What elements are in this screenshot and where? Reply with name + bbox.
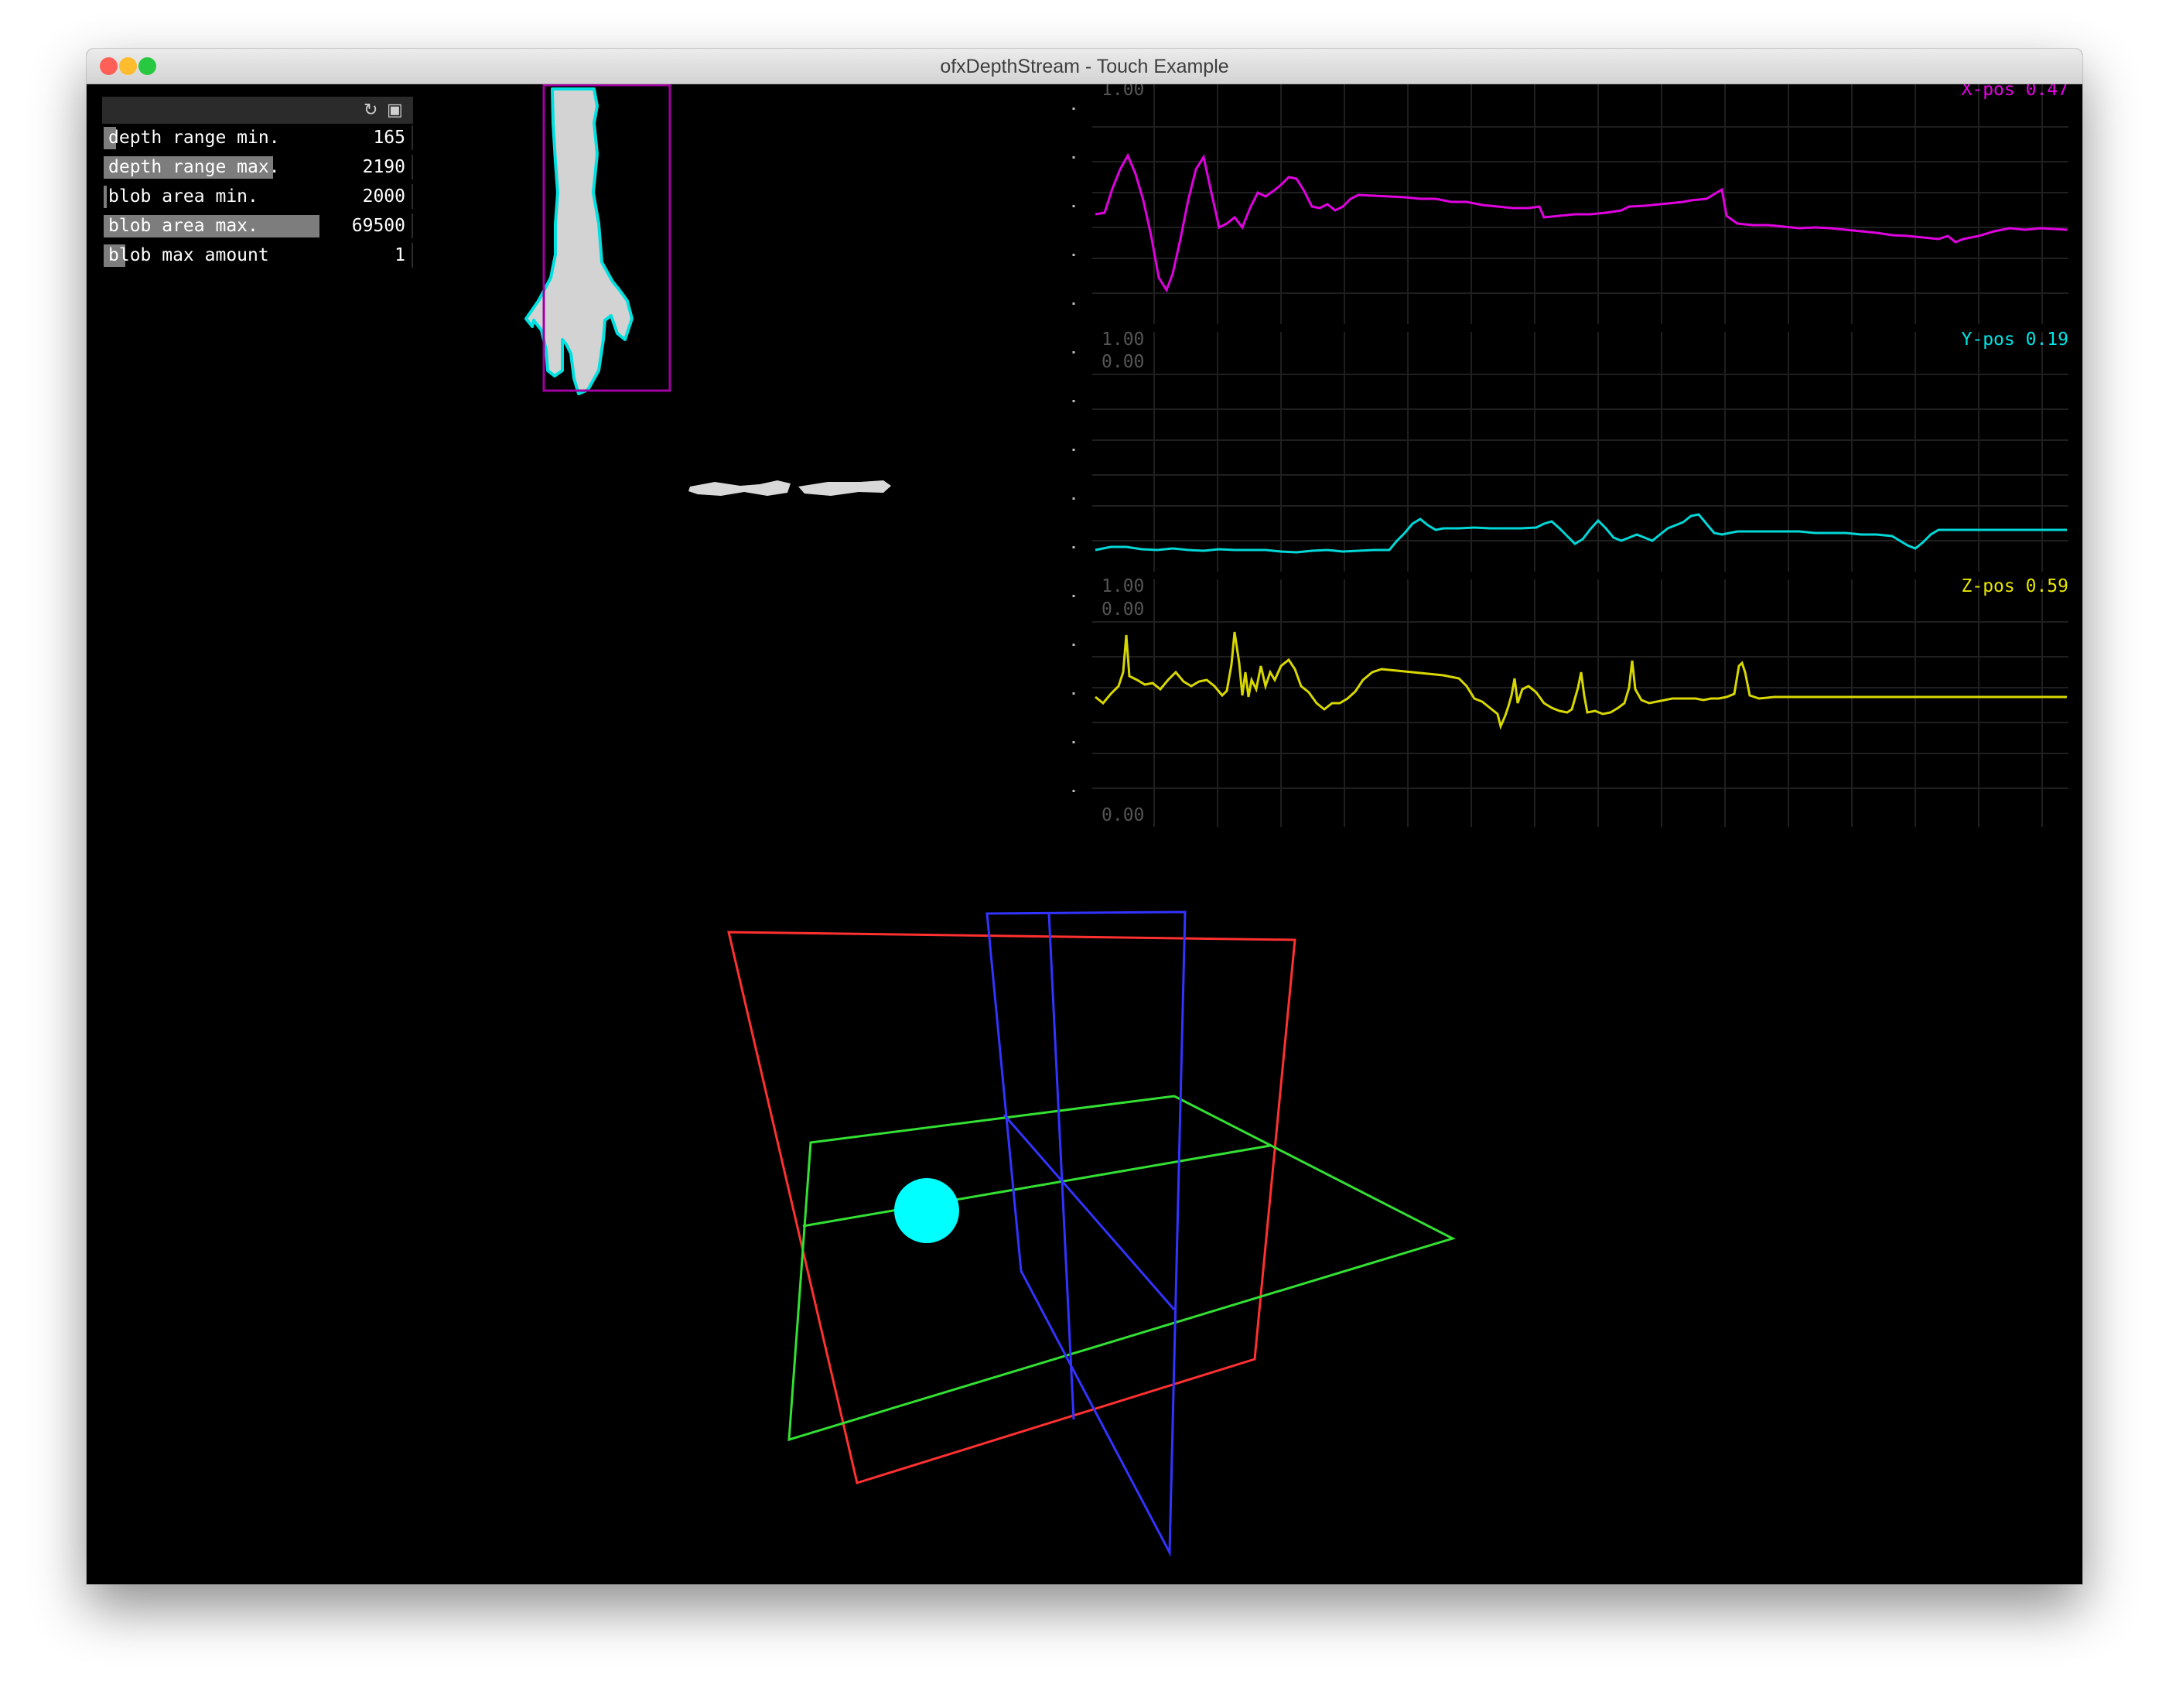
slider-label: depth range max. xyxy=(108,157,280,177)
graph-min-label: 0.00 xyxy=(1102,600,1144,620)
panel-edge xyxy=(412,155,413,179)
graph-max-label: 1.00 xyxy=(1102,576,1144,596)
slider-value: 69500 xyxy=(351,216,405,236)
title-bar: ofxDepthStream - Touch Example xyxy=(87,49,2082,84)
graph-y-pos-label: Y-pos 0.19 xyxy=(1962,330,2068,350)
xz-plane xyxy=(787,1095,1456,1442)
graph-grid xyxy=(1092,84,2068,324)
graph-z-pos: 1.00 0.00 Z-pos 0.59 xyxy=(1092,576,2068,827)
graph-x-pos-label: X-pos 0.47 xyxy=(1962,84,2068,100)
slider-label: depth range min. xyxy=(108,128,280,148)
panel-edge xyxy=(412,214,413,238)
slider-value: 1 xyxy=(395,245,405,265)
graph-x-pos-line xyxy=(1095,152,2068,293)
position-graphs: 1.00 0.00 X-pos 0.47 1.00 0.00 Y-pos 0.1… xyxy=(1072,84,2068,827)
refresh-icon[interactable]: ↻ xyxy=(364,99,377,121)
graph-max-label: 1.00 xyxy=(1102,84,1144,100)
yz-plane-axis xyxy=(1003,1114,1176,1310)
slider-value: 165 xyxy=(373,128,405,148)
graph-x-pos: 1.00 0.00 X-pos 0.47 xyxy=(1092,84,2068,372)
app-canvas: ↻ ▣ depth range min. 165 depth range max… xyxy=(87,84,2082,1584)
graph-z-pos-line xyxy=(1095,631,2067,730)
app-window: ofxDepthStream - Touch Example ↻ ▣ depth… xyxy=(87,49,2082,1584)
slider-label: blob max amount xyxy=(108,245,269,265)
slider-label: blob area min. xyxy=(108,186,258,207)
save-icon[interactable]: ▣ xyxy=(387,99,403,121)
panel-header[interactable]: ↻ ▣ xyxy=(102,97,413,124)
panel-edge xyxy=(412,243,413,268)
slider-label: blob area max. xyxy=(108,216,258,236)
xy-plane xyxy=(727,931,1296,1484)
yz-plane xyxy=(985,910,1187,1557)
slider-value: 2190 xyxy=(362,157,405,177)
parameter-panel[interactable]: ↻ ▣ depth range min. 165 depth range max… xyxy=(102,97,413,268)
graph-grid xyxy=(1092,579,2068,827)
xz-plane-axis xyxy=(802,1144,1271,1228)
depth-noise-blobs xyxy=(688,480,891,496)
graph-min-label: 0.00 xyxy=(1102,805,1144,825)
hand-silhouette xyxy=(524,87,634,395)
graph-max-label: 1.00 xyxy=(1102,330,1144,350)
window-title: ofxDepthStream - Touch Example xyxy=(940,56,1229,77)
slider-depth-range-min[interactable]: depth range min. 165 xyxy=(102,125,413,150)
graph-min-label: 0.00 xyxy=(1102,352,1144,372)
panel-edge xyxy=(412,125,413,150)
graph-y-pos: 1.00 0.00 Y-pos 0.19 xyxy=(1092,330,2068,620)
graph-z-pos-label: Z-pos 0.59 xyxy=(1962,576,2068,596)
slider-blob-max-amount[interactable]: blob max amount 1 xyxy=(102,243,413,268)
graph-grid xyxy=(1092,332,2068,572)
slider-blob-area-max[interactable]: blob area max. 69500 xyxy=(102,214,413,238)
slider-value: 2000 xyxy=(362,186,405,207)
yz-plane-axis xyxy=(1047,913,1075,1420)
panel-edge xyxy=(412,184,413,209)
touch-position-marker xyxy=(894,1178,959,1243)
slider-depth-range-max[interactable]: depth range max. 2190 xyxy=(102,155,413,179)
slider-blob-area-min[interactable]: blob area min. 2000 xyxy=(102,184,413,209)
graph-y-pos-line xyxy=(1095,513,2067,554)
slider-fill xyxy=(104,186,107,208)
